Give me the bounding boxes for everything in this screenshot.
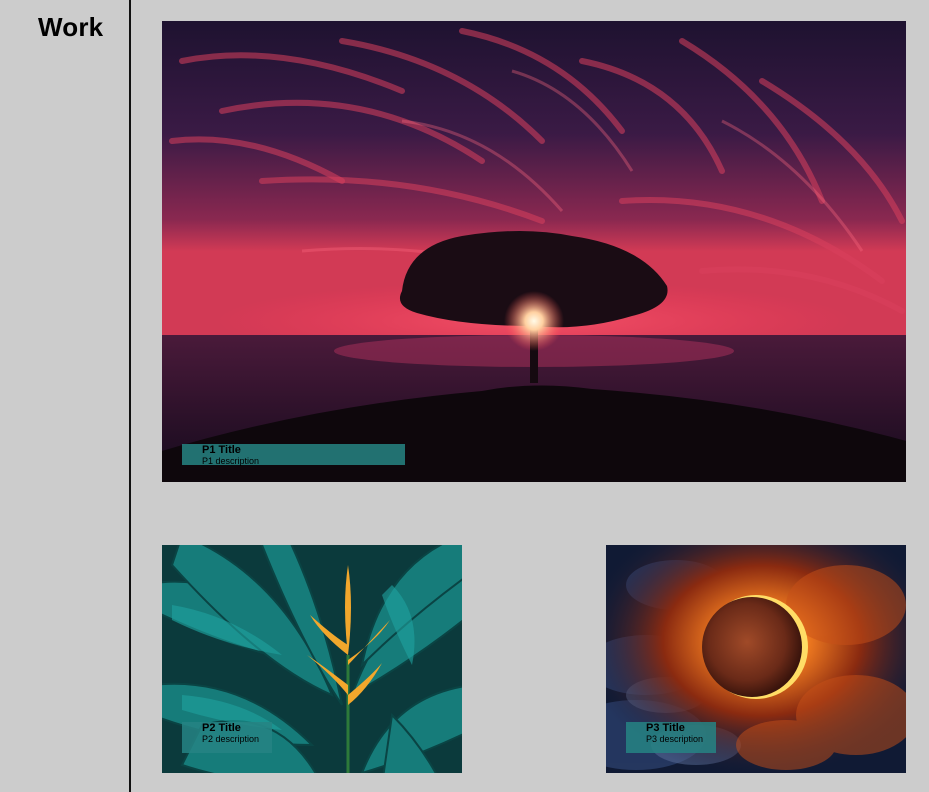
portfolio-page: Work P1 Title P1 description P2 Title P2…	[0, 0, 929, 792]
project-caption: P2 Title P2 description	[182, 722, 272, 753]
project-title: P3 Title	[646, 722, 685, 734]
project-caption: P3 Title P3 description	[626, 722, 716, 753]
work-heading: Work	[38, 12, 104, 42]
project-description: P2 description	[202, 734, 260, 744]
project-card-3[interactable]: P3 Title P3 description	[606, 545, 906, 773]
project-title: P1 Title	[202, 444, 241, 456]
project-caption: P1 Title P1 description	[182, 444, 405, 466]
sidebar-divider	[129, 0, 131, 792]
tree-sunset-image	[162, 21, 906, 482]
project-card-2[interactable]: P2 Title P2 description	[162, 545, 462, 773]
project-card-1[interactable]: P1 Title P1 description	[162, 21, 906, 482]
project-title: P2 Title	[202, 722, 241, 734]
project-description: P1 description	[202, 456, 260, 466]
project-description: P3 description	[646, 734, 704, 744]
